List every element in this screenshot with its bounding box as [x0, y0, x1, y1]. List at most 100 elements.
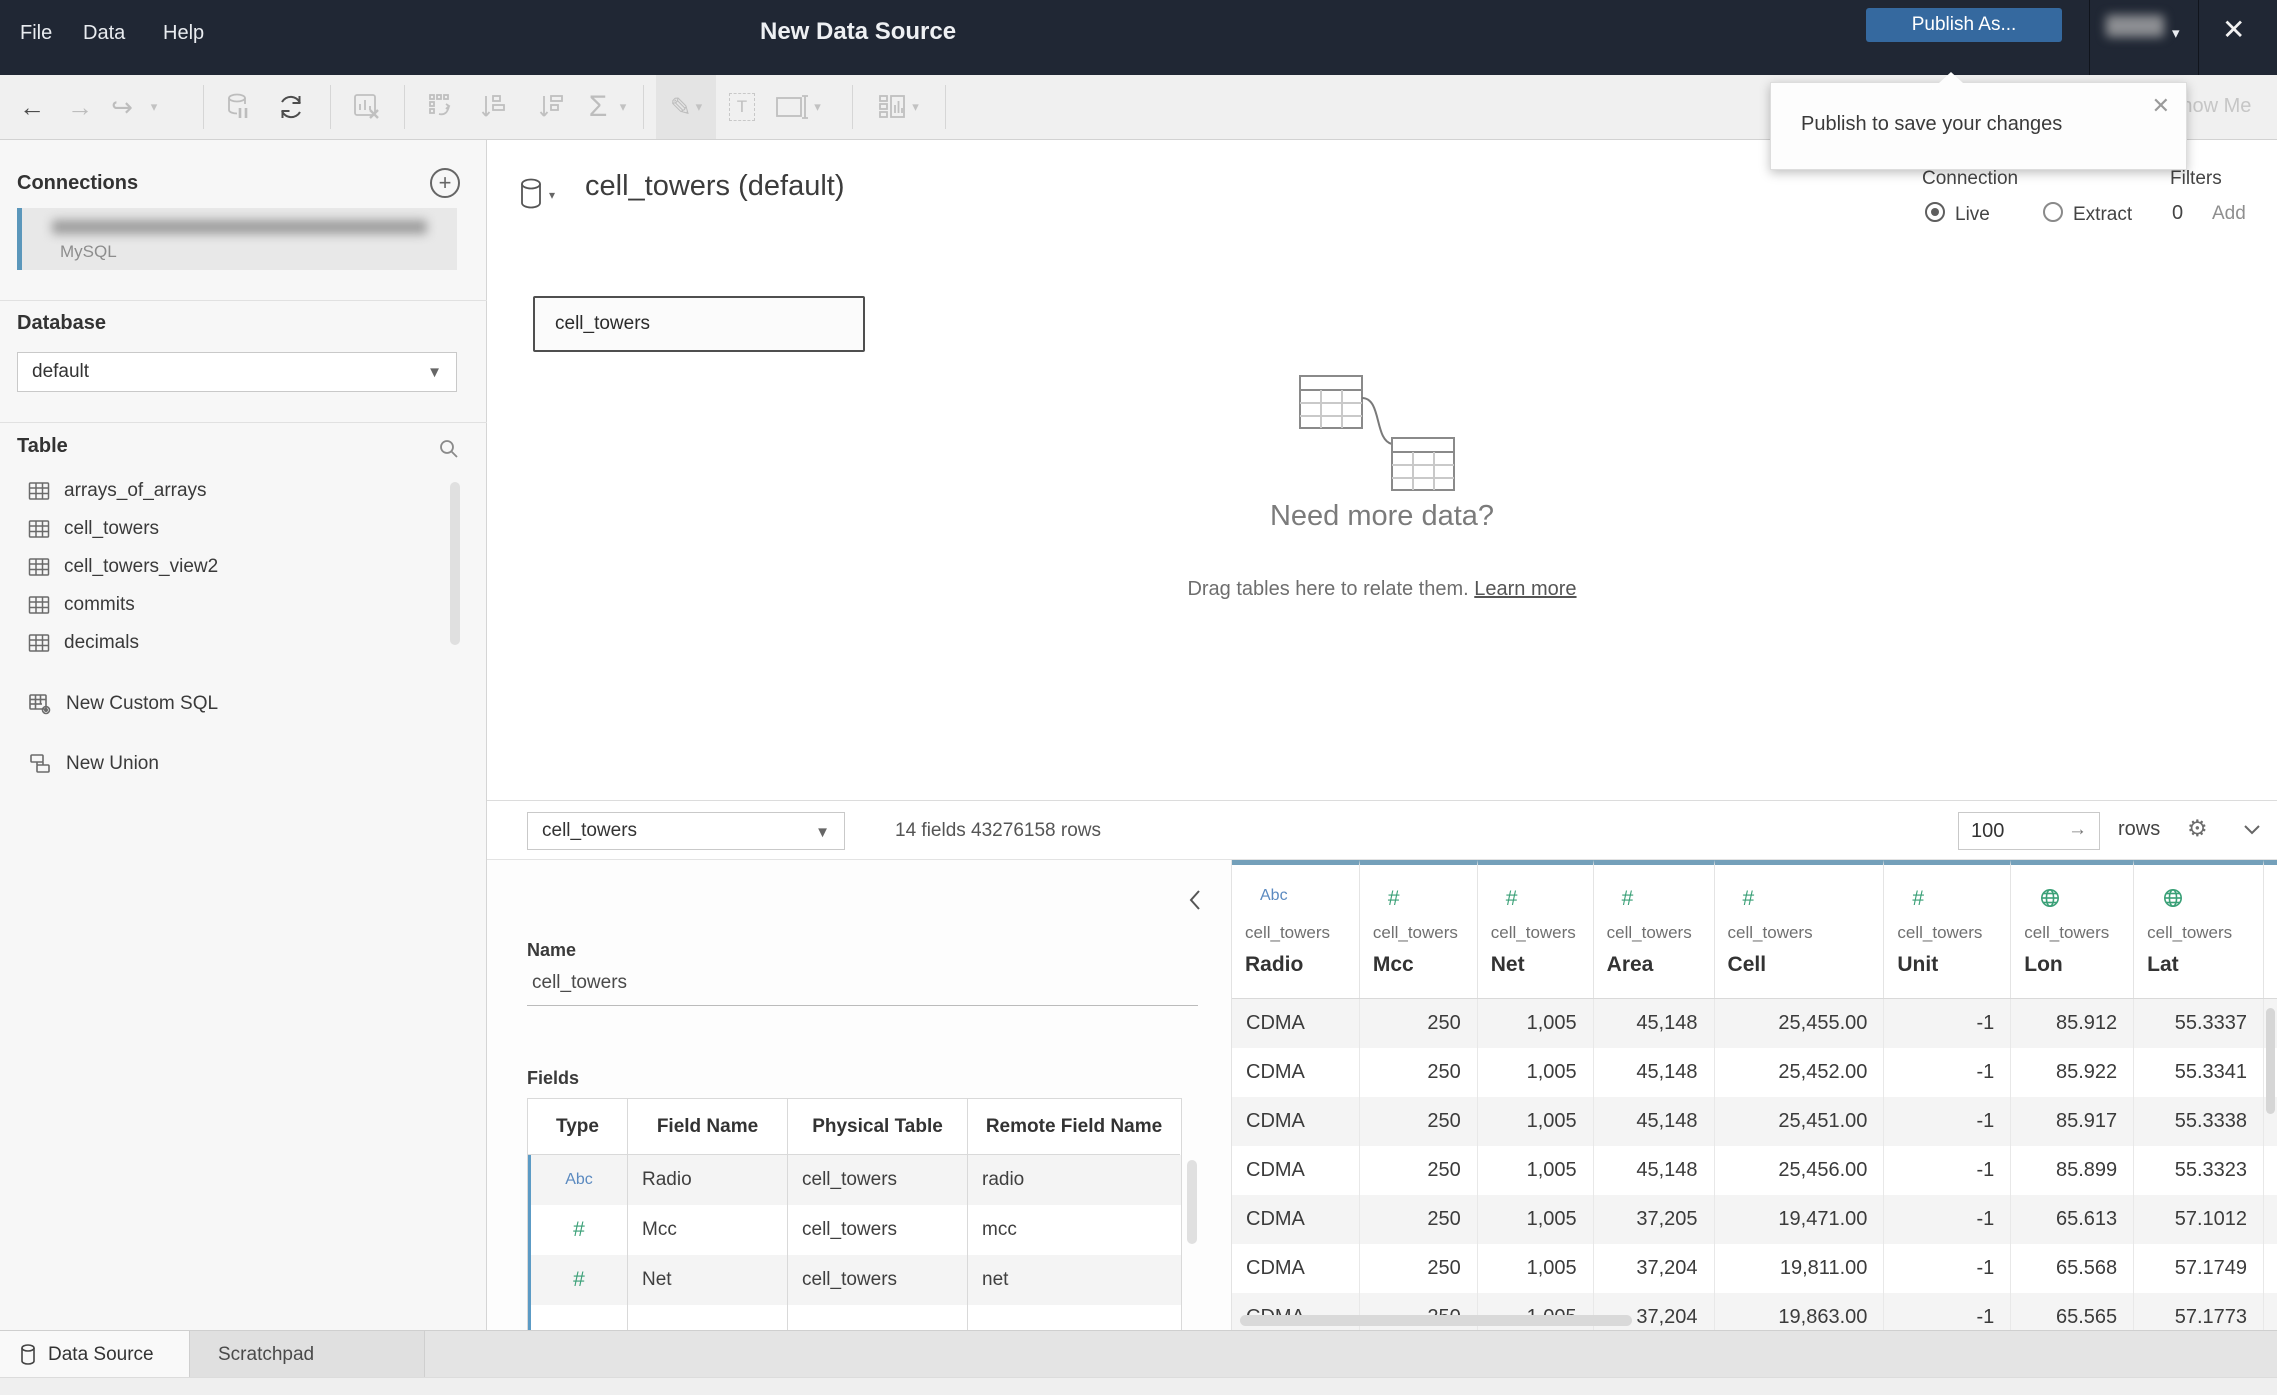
- reset-icon[interactable]: ↪: [100, 75, 144, 139]
- menu-data[interactable]: Data: [83, 22, 125, 45]
- database-heading: Database: [17, 312, 106, 334]
- grid-column-header-lat[interactable]: cell_towers Lat: [2134, 860, 2265, 998]
- menu-help[interactable]: Help: [163, 22, 204, 45]
- filters-add-button[interactable]: Add: [2212, 203, 2246, 225]
- table-item-decimals[interactable]: decimals: [0, 624, 452, 662]
- table-grid-icon: [28, 633, 50, 653]
- toolbar-separator: [945, 85, 946, 129]
- menu-file[interactable]: File: [20, 22, 52, 45]
- sort-descending-icon[interactable]: [528, 75, 576, 139]
- text-label-icon[interactable]: T: [722, 75, 762, 139]
- grid-horizontal-scrollbar[interactable]: [1240, 1315, 1632, 1326]
- table-heading: Table: [17, 435, 68, 457]
- row-count-apply-icon[interactable]: →: [2068, 819, 2087, 841]
- new-union-label: New Union: [66, 753, 159, 774]
- forward-icon[interactable]: →: [58, 75, 102, 139]
- table-item-cell_towers_view2[interactable]: cell_towers_view2: [0, 548, 452, 586]
- table-list-scrollbar[interactable]: [450, 482, 460, 645]
- grid-settings-gear-icon[interactable]: ⚙: [2187, 815, 2208, 842]
- grid-cell: CDMA: [1232, 1097, 1360, 1146]
- datasource-caret-icon[interactable]: ▾: [549, 188, 555, 202]
- grid-cell: 57.1012: [2134, 1195, 2265, 1244]
- grid-column-header-radio[interactable]: Abc cell_towers Radio: [1232, 860, 1360, 998]
- table-grid-icon: [28, 481, 50, 501]
- field-row-partial[interactable]: [528, 1305, 1181, 1330]
- fit-icon[interactable]: ▾: [768, 75, 828, 139]
- name-input[interactable]: cell_towers: [532, 972, 627, 994]
- grid-column-header-lon[interactable]: cell_towers Lon: [2011, 860, 2135, 998]
- grid-column-header-unit[interactable]: # cell_towers Unit: [1884, 860, 2012, 998]
- show-cards-icon[interactable]: ▾: [866, 75, 930, 139]
- extract-radio[interactable]: [2043, 202, 2063, 227]
- field-row-net[interactable]: # Net cell_towers net: [528, 1255, 1181, 1305]
- title-bar: File Data Help New Data Source Publish A…: [0, 0, 2277, 75]
- toolbar-separator: [852, 85, 853, 129]
- filters-count: 0: [2172, 202, 2184, 224]
- tab-scratchpad-label: Scratchpad: [218, 1343, 315, 1365]
- field-row-radio[interactable]: Abc Radio cell_towers radio: [528, 1155, 1181, 1205]
- new-custom-sql-label: New Custom SQL: [66, 693, 219, 714]
- live-radio[interactable]: [1925, 202, 1945, 227]
- grid-column-header-area[interactable]: # cell_towers Area: [1593, 860, 1715, 998]
- fields-header-remote-field-name: Remote Field Name: [968, 1099, 1180, 1155]
- fields-table: Type Field Name Physical Table Remote Field…: [527, 1098, 1182, 1330]
- user-menu-caret-icon[interactable]: ▾: [2172, 24, 2180, 42]
- new-union-item[interactable]: New Union: [0, 745, 452, 783]
- datasource-cylinder-icon[interactable]: [518, 178, 544, 210]
- database-select[interactable]: default ▼: [17, 352, 457, 392]
- tab-data-source[interactable]: Data Source: [0, 1331, 190, 1378]
- grid-cell: 250: [1359, 999, 1478, 1048]
- status-bar: [0, 1377, 2277, 1395]
- table-item-label: commits: [64, 594, 135, 615]
- grid-cell: 19,811.00: [1715, 1244, 1885, 1293]
- field-cell: radio: [982, 1169, 1025, 1190]
- fields-table-scrollbar[interactable]: [1187, 1160, 1197, 1244]
- grid-collapse-chevron-icon[interactable]: [2242, 823, 2262, 837]
- table-search-icon[interactable]: [438, 438, 460, 460]
- grid-column-name: Mcc: [1372, 953, 1414, 976]
- metadata-collapse-icon[interactable]: [1187, 888, 1203, 912]
- field-row-mcc[interactable]: # Mcc cell_towers mcc: [528, 1205, 1181, 1255]
- refresh-icon[interactable]: [268, 75, 314, 139]
- tooltip-close-icon[interactable]: ✕: [2152, 93, 2170, 119]
- table-node-cell-towers[interactable]: cell_towers: [533, 296, 865, 352]
- field-cell: Net: [628, 1255, 788, 1305]
- toolbar-separator: [643, 85, 644, 129]
- user-avatar[interactable]: [2106, 15, 2164, 37]
- grid-cell: -1: [1884, 1097, 2012, 1146]
- connection-item[interactable]: MySQL: [17, 208, 457, 270]
- grid-vertical-scrollbar[interactable]: [2266, 1008, 2275, 1114]
- grid-cell: 1,005: [1477, 1097, 1594, 1146]
- field-type-cell: Abc: [531, 1155, 628, 1205]
- number-type-icon: #: [573, 1218, 585, 1241]
- grid-cell: 45,148: [1593, 999, 1715, 1048]
- grid-table-select[interactable]: cell_towers ▼: [527, 812, 845, 850]
- add-connection-icon[interactable]: +: [430, 168, 460, 198]
- clear-sheet-icon[interactable]: [342, 75, 392, 139]
- back-icon[interactable]: ←: [10, 75, 54, 139]
- learn-more-link[interactable]: Learn more: [1474, 578, 1576, 600]
- table-item-cell_towers[interactable]: cell_towers: [0, 510, 452, 548]
- highlight-icon[interactable]: ✎ ▾: [656, 75, 716, 139]
- table-item-arrays_of_arrays[interactable]: arrays_of_arrays: [0, 472, 452, 510]
- table-item-commits[interactable]: commits: [0, 586, 452, 624]
- tab-scratchpad[interactable]: Scratchpad: [190, 1331, 425, 1378]
- new-custom-sql-item[interactable]: New Custom SQL: [0, 685, 452, 723]
- grid-column-header-mcc[interactable]: # cell_towers Mcc: [1359, 860, 1478, 998]
- field-type-cell: #: [531, 1205, 628, 1255]
- totals-caret-icon[interactable]: ▾: [614, 75, 632, 139]
- live-radio-label: Live: [1955, 204, 1990, 225]
- grid-column-header-net[interactable]: # cell_towers Net: [1477, 860, 1594, 998]
- sort-ascending-icon[interactable]: [470, 75, 518, 139]
- pause-updates-icon[interactable]: [216, 75, 262, 139]
- totals-icon[interactable]: Σ: [578, 75, 618, 139]
- close-window-icon[interactable]: ✕: [2222, 16, 2245, 44]
- swap-rows-columns-icon[interactable]: [418, 75, 466, 139]
- table-item-label: decimals: [64, 632, 139, 653]
- grid-cell: 85.899: [2011, 1146, 2135, 1195]
- grid-column-header-cell[interactable]: # cell_towers Cell: [1714, 860, 1885, 998]
- row-count-input[interactable]: 100 →: [1958, 812, 2100, 850]
- number-type-icon: #: [573, 1268, 585, 1291]
- publish-as-button[interactable]: Publish As...: [1866, 8, 2062, 42]
- reset-caret-icon[interactable]: ▾: [144, 75, 164, 139]
